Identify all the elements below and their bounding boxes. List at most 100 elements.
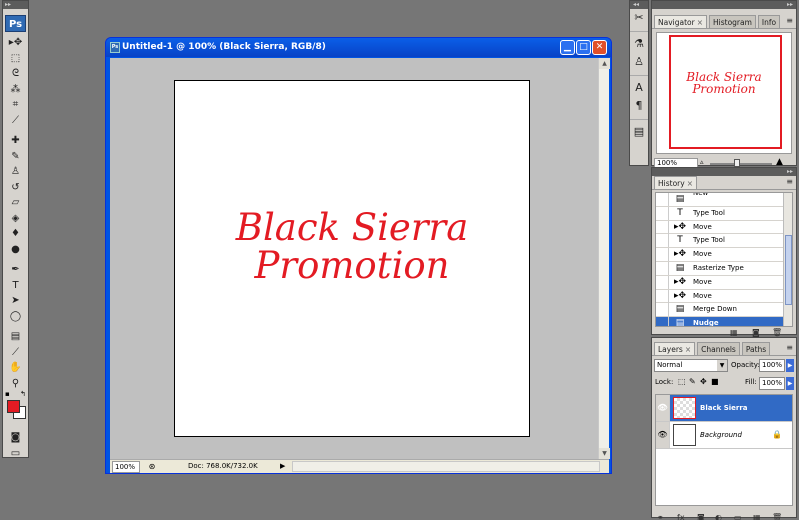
maximize-button[interactable]: □ — [576, 40, 591, 55]
history-item[interactable]: ▤ New — [656, 193, 792, 207]
history-source-checkbox[interactable] — [656, 220, 669, 234]
tab-layers[interactable]: Layers × — [654, 342, 696, 355]
blur-tool-icon[interactable]: ♦ — [3, 226, 28, 242]
paragraph-icon[interactable]: ¶ — [630, 97, 648, 115]
close-button[interactable]: ✕ — [592, 40, 607, 55]
document-titlebar[interactable]: Ps Untitled-1 @ 100% (Black Sierra, RGB/… — [106, 38, 611, 57]
tab-channels[interactable]: Channels — [697, 342, 740, 355]
new-group-icon[interactable]: ▭ — [734, 513, 742, 520]
scroll-up-icon[interactable]: ▲ — [599, 58, 610, 69]
screen-mode-icon[interactable]: ▭ — [3, 446, 28, 462]
brushes-icon[interactable]: ⚗ — [630, 35, 648, 53]
lock-image-icon[interactable]: ✎ — [689, 377, 696, 386]
new-document-from-state-icon[interactable]: ▦ — [730, 328, 738, 337]
history-item[interactable]: ▸✥ Move — [656, 275, 792, 290]
history-item[interactable]: ▸✥ Move — [656, 248, 792, 262]
layer-comps-icon[interactable]: ▤ — [630, 123, 648, 141]
canvas-area[interactable]: Black Sierra Promotion — [110, 58, 598, 459]
slice-tool-icon[interactable]: ⟋ — [3, 113, 28, 129]
eraser-tool-icon[interactable]: ▱ — [3, 195, 28, 211]
crop-tool-icon[interactable]: ⌗ — [3, 97, 28, 113]
fill-arrow-icon[interactable]: ▶ — [786, 377, 794, 390]
history-item[interactable]: T Type Tool — [656, 206, 792, 221]
horizontal-scrollbar[interactable] — [292, 461, 600, 472]
fill-field[interactable]: 100% — [759, 377, 785, 390]
shape-tool-icon[interactable]: ◯ — [3, 309, 28, 325]
path-selection-tool-icon[interactable]: ➤ — [3, 293, 28, 309]
history-source-checkbox[interactable] — [656, 248, 669, 262]
panel-menu-icon[interactable]: ≡ — [786, 16, 793, 25]
delete-layer-icon[interactable]: 🗑 — [772, 513, 782, 520]
zoom-tool-icon[interactable]: ⚲ — [3, 376, 28, 392]
tools-panel-grip[interactable]: ▸▸ — [3, 1, 28, 9]
lock-all-icon[interactable]: ■ — [711, 377, 719, 386]
history-source-checkbox[interactable] — [656, 193, 669, 206]
status-info-icon[interactable]: ⊛ — [146, 461, 158, 472]
history-scrollbar[interactable] — [783, 193, 792, 326]
quick-mask-icon[interactable]: ◙ — [3, 430, 28, 446]
tab-info[interactable]: Info — [757, 15, 781, 28]
history-grip[interactable]: ▸▸ — [652, 168, 796, 176]
brush-tool-icon[interactable]: ✎ — [3, 149, 28, 165]
link-layers-icon[interactable]: ⚭ — [657, 513, 664, 520]
tab-histogram[interactable]: Histogram — [709, 15, 756, 28]
history-source-checkbox[interactable] — [656, 234, 669, 248]
hand-tool-icon[interactable]: ✋ — [3, 360, 28, 376]
magic-wand-tool-icon[interactable]: ⁂ — [3, 82, 28, 98]
lock-position-icon[interactable]: ✥ — [700, 377, 707, 386]
clone-stamp-tool-icon[interactable]: ♙ — [3, 164, 28, 180]
layer-row-background[interactable]: 👁 Background 🔒 — [656, 422, 792, 449]
new-layer-icon[interactable]: ▦ — [753, 513, 761, 520]
swap-colors-icon[interactable]: ↰ — [20, 390, 26, 398]
adjustment-layer-icon[interactable]: ◐ — [715, 513, 722, 520]
foreground-color-swatch[interactable] — [7, 400, 20, 413]
type-tool-icon[interactable]: T — [3, 278, 28, 294]
navigator-grip[interactable]: ▸▸ — [652, 1, 796, 9]
layer-row-black-sierra[interactable]: 👁 Black Sierra — [656, 395, 792, 422]
tab-paths[interactable]: Paths — [741, 342, 771, 355]
vertical-scrollbar[interactable]: ▲ ▼ — [598, 58, 610, 459]
pen-tool-icon[interactable]: ✒ — [3, 262, 28, 278]
opacity-arrow-icon[interactable]: ▶ — [786, 359, 794, 372]
marquee-tool-icon[interactable]: ⬚ — [3, 51, 28, 67]
history-item[interactable]: ▸✥ Move — [656, 220, 792, 235]
zoom-field[interactable]: 100% — [112, 461, 140, 473]
history-item[interactable]: ▤ Merge Down — [656, 303, 792, 318]
lock-transparent-icon[interactable]: ⬚ — [678, 377, 686, 386]
delete-state-icon[interactable]: 🗑 — [772, 328, 782, 337]
history-source-checkbox[interactable] — [656, 317, 669, 326]
layer-style-icon[interactable]: fx — [677, 513, 685, 520]
blend-mode-select[interactable]: Normal ▼ — [654, 359, 728, 372]
navigator-preview[interactable]: Black Sierra Promotion — [656, 32, 792, 154]
history-scroll-thumb[interactable] — [785, 235, 792, 305]
visibility-eye-icon[interactable]: 👁 — [656, 422, 670, 448]
history-source-checkbox[interactable] — [656, 206, 669, 220]
panel-menu-icon[interactable]: ≡ — [786, 177, 793, 186]
clone-source-icon[interactable]: ♙ — [630, 53, 648, 71]
lasso-tool-icon[interactable]: ᘓ — [3, 66, 28, 82]
history-source-checkbox[interactable] — [656, 261, 669, 275]
default-colors-icon[interactable]: ▪ — [5, 390, 10, 398]
dodge-tool-icon[interactable]: ● — [3, 242, 28, 258]
move-tool-icon[interactable]: ▸✥ — [3, 35, 28, 51]
layer-mask-icon[interactable]: ◙ — [697, 513, 705, 520]
history-item[interactable]: T Type Tool — [656, 234, 792, 249]
history-item[interactable]: ▤ Rasterize Type — [656, 261, 792, 276]
notes-tool-icon[interactable]: ▤ — [3, 329, 28, 345]
zoom-in-icon[interactable]: ▲ — [776, 157, 783, 167]
canvas[interactable]: Black Sierra Promotion — [174, 80, 530, 437]
tab-history[interactable]: History × — [654, 176, 697, 189]
zoom-out-icon[interactable]: ▵ — [700, 158, 704, 166]
history-item[interactable]: ▸✥ Move — [656, 289, 792, 304]
icon-dock-grip[interactable]: ◂◂ — [630, 1, 648, 9]
panel-menu-icon[interactable]: ≡ — [786, 343, 793, 352]
history-source-checkbox[interactable] — [656, 303, 669, 317]
paint-bucket-tool-icon[interactable]: ◈ — [3, 211, 28, 227]
history-item[interactable]: ▤ Nudge — [656, 317, 792, 326]
scroll-down-icon[interactable]: ▼ — [599, 448, 610, 459]
new-snapshot-icon[interactable]: ◙ — [752, 328, 760, 337]
navigator-zoom-slider-knob[interactable] — [734, 159, 740, 167]
healing-brush-tool-icon[interactable]: ✚ — [3, 133, 28, 149]
history-brush-tool-icon[interactable]: ↺ — [3, 180, 28, 196]
history-source-checkbox[interactable] — [656, 289, 669, 303]
